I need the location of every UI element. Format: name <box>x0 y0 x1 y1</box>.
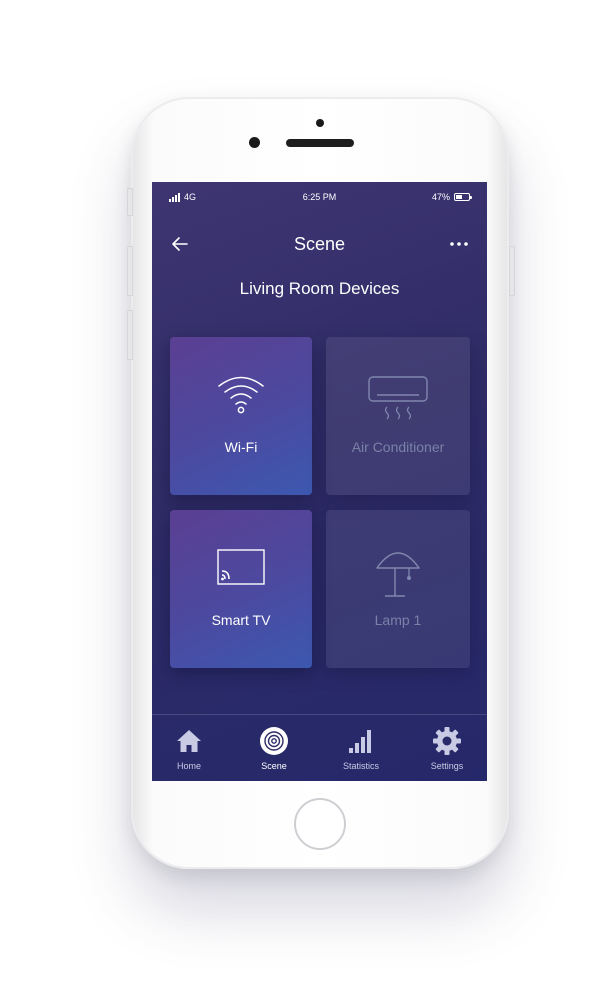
more-dots-icon <box>450 242 468 246</box>
lamp-icon <box>376 552 420 597</box>
home-icon <box>177 730 201 752</box>
room-title: Living Room Devices <box>239 279 400 298</box>
status-bar: 4G 6:25 PM 47% <box>152 182 487 212</box>
tab-label: Scene <box>261 761 287 771</box>
device-tile-wifi[interactable]: Wi-Fi <box>170 337 312 495</box>
device-label: Air Conditioner <box>351 439 445 455</box>
device-tile-air-conditioner[interactable]: Air Conditioner <box>326 337 470 495</box>
volume-up-button <box>127 246 133 296</box>
front-camera <box>249 137 260 148</box>
device-label: Wi-Fi <box>224 439 258 455</box>
battery-percent: 47% <box>431 192 450 202</box>
earpiece-speaker <box>286 139 354 147</box>
air-conditioner-icon <box>368 376 428 420</box>
cast-tv-icon <box>217 549 265 585</box>
app-screen: 4G 6:25 PM 47% Scene Living Room Devices <box>152 182 487 781</box>
device-tile-lamp-1[interactable]: Lamp 1 <box>326 510 470 668</box>
bottom-tab-bar: Home Scene Statistics Settings <box>152 714 487 781</box>
battery-icon <box>454 193 472 201</box>
wifi-icon <box>218 376 264 414</box>
device-label: Smart TV <box>211 612 271 628</box>
scene-icon <box>260 727 288 755</box>
top-bar: Scene <box>152 230 487 260</box>
more-options-button[interactable] <box>447 232 471 256</box>
power-button <box>509 246 515 296</box>
battery-indicator: 47% <box>431 192 472 202</box>
device-label: Lamp 1 <box>374 612 422 628</box>
gear-icon <box>433 727 461 755</box>
tab-statistics[interactable]: Statistics <box>326 725 396 775</box>
tab-settings[interactable]: Settings <box>412 725 482 775</box>
silent-switch <box>127 188 133 216</box>
proximity-sensor <box>316 119 324 127</box>
home-button[interactable] <box>294 798 346 850</box>
battery-level-fill <box>456 195 462 199</box>
tab-scene[interactable]: Scene <box>239 725 309 775</box>
volume-down-button <box>127 310 133 360</box>
tab-label: Statistics <box>342 761 379 771</box>
tab-home[interactable]: Home <box>154 725 224 775</box>
device-tile-smart-tv[interactable]: Smart TV <box>170 510 312 668</box>
page-title: Scene <box>293 234 346 254</box>
tab-label: Settings <box>430 761 464 771</box>
tab-label: Home <box>176 761 201 771</box>
statistics-icon <box>349 730 371 753</box>
